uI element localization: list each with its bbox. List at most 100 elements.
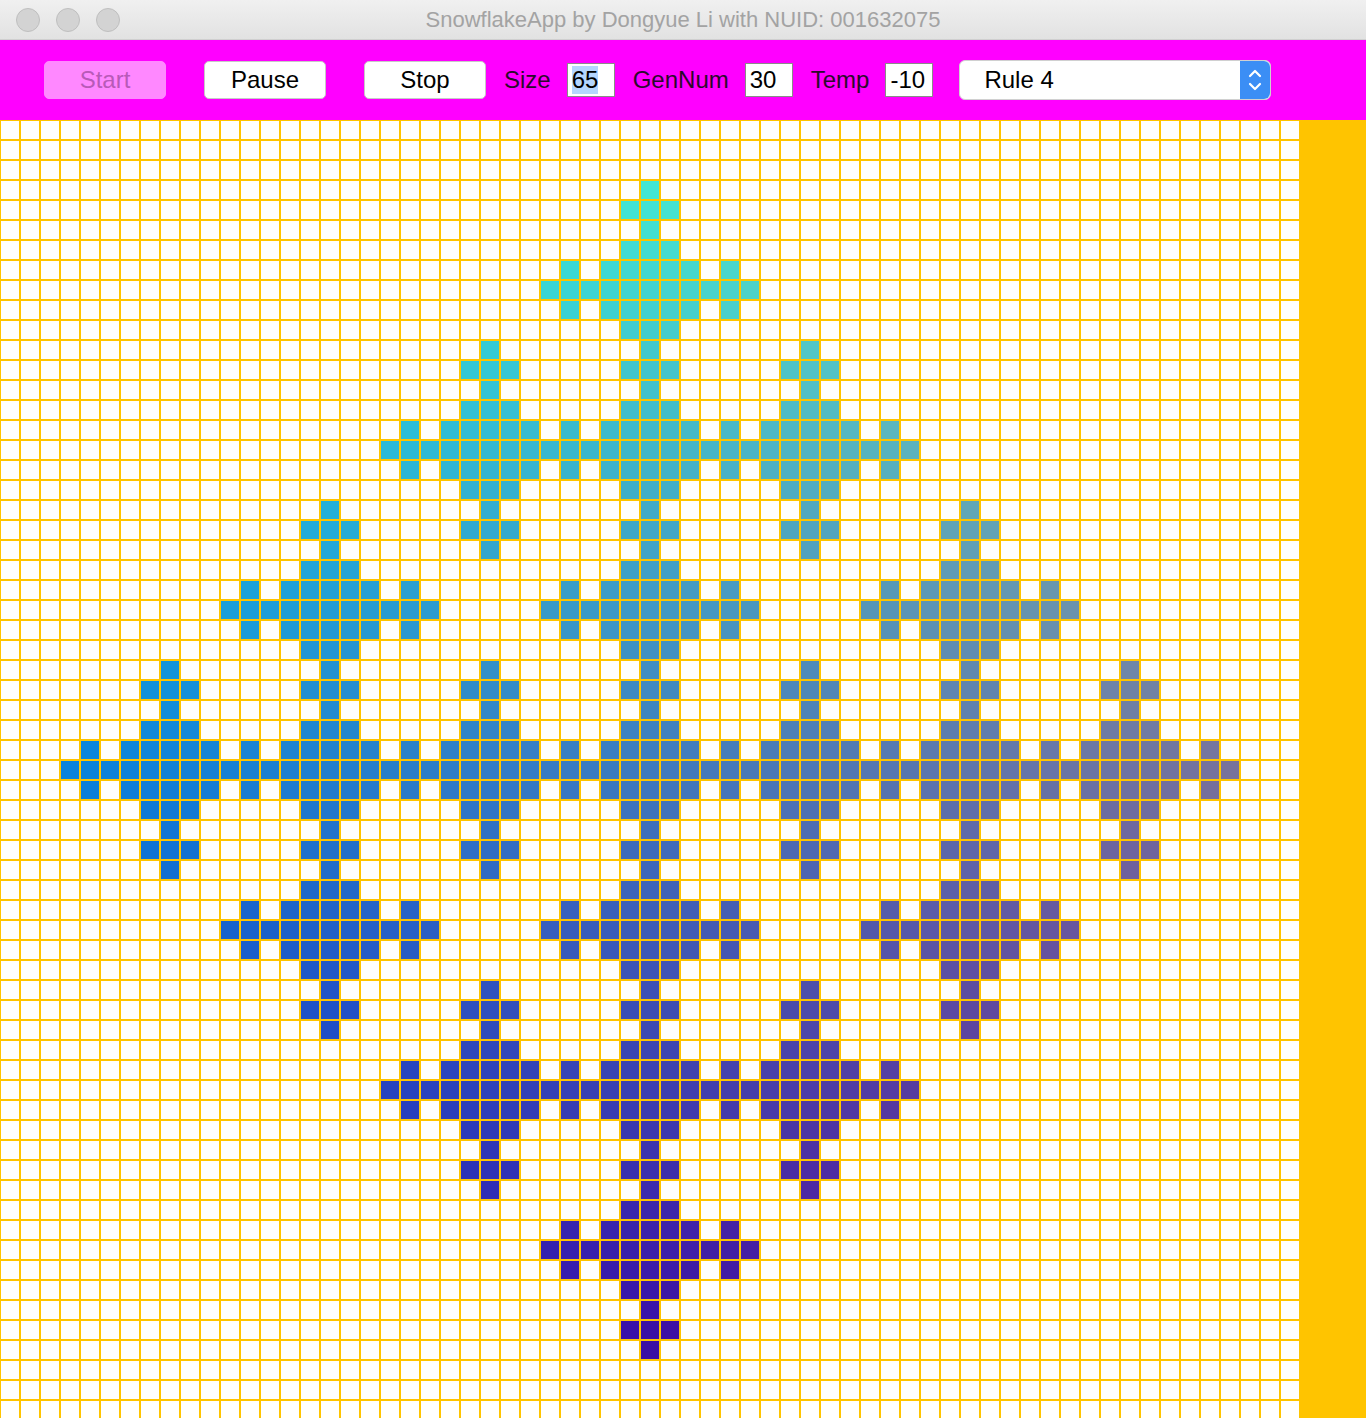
empty-cell xyxy=(821,661,839,679)
empty-cell xyxy=(61,661,79,679)
empty-cell xyxy=(1201,121,1219,139)
empty-cell xyxy=(441,281,459,299)
empty-cell xyxy=(161,561,179,579)
empty-cell xyxy=(981,121,999,139)
empty-cell xyxy=(701,461,719,479)
empty-cell xyxy=(81,461,99,479)
filled-cell xyxy=(981,581,999,599)
toolbar-button[interactable]: Start xyxy=(44,61,166,99)
empty-cell xyxy=(301,241,319,259)
empty-cell xyxy=(461,261,479,279)
filled-cell xyxy=(961,541,979,559)
empty-cell xyxy=(821,241,839,259)
text-field[interactable]: 30 xyxy=(745,63,793,97)
empty-cell xyxy=(501,641,519,659)
empty-cell xyxy=(161,301,179,319)
empty-cell xyxy=(821,621,839,639)
empty-cell xyxy=(301,281,319,299)
empty-cell xyxy=(421,421,439,439)
filled-cell xyxy=(801,521,819,539)
empty-cell xyxy=(981,201,999,219)
filled-cell xyxy=(641,461,659,479)
empty-cell xyxy=(1181,221,1199,239)
empty-cell xyxy=(901,461,919,479)
empty-cell xyxy=(1201,221,1219,239)
empty-cell xyxy=(221,401,239,419)
empty-cell xyxy=(581,501,599,519)
filled-cell xyxy=(821,481,839,499)
filled-cell xyxy=(781,361,799,379)
empty-cell xyxy=(781,701,799,719)
filled-cell xyxy=(901,601,919,619)
empty-cell xyxy=(1101,641,1119,659)
empty-cell xyxy=(481,621,499,639)
empty-cell xyxy=(601,141,619,159)
filled-cell xyxy=(961,641,979,659)
minimize-icon[interactable] xyxy=(56,8,80,32)
filled-cell xyxy=(481,361,499,379)
rule-dropdown[interactable]: Rule 4 xyxy=(959,60,1271,100)
text-field[interactable]: 65 xyxy=(567,63,615,97)
close-icon[interactable] xyxy=(16,8,40,32)
filled-cell xyxy=(801,441,819,459)
empty-cell xyxy=(781,381,799,399)
empty-cell xyxy=(761,561,779,579)
empty-cell xyxy=(121,221,139,239)
empty-cell xyxy=(1161,481,1179,499)
empty-cell xyxy=(1061,341,1079,359)
empty-cell xyxy=(1181,601,1199,619)
empty-cell xyxy=(1,281,19,299)
zoom-icon[interactable] xyxy=(96,8,120,32)
empty-cell xyxy=(141,321,159,339)
empty-cell xyxy=(1001,281,1019,299)
filled-cell xyxy=(401,581,419,599)
empty-cell xyxy=(61,481,79,499)
empty-cell xyxy=(1041,201,1059,219)
filled-cell xyxy=(321,541,339,559)
empty-cell xyxy=(1041,381,1059,399)
toolbar-button[interactable]: Pause xyxy=(204,61,326,99)
empty-cell xyxy=(481,581,499,599)
empty-cell xyxy=(901,661,919,679)
empty-cell xyxy=(81,481,99,499)
empty-cell xyxy=(321,221,339,239)
empty-cell xyxy=(501,621,519,639)
empty-cell xyxy=(441,121,459,139)
filled-cell xyxy=(481,341,499,359)
empty-cell xyxy=(1061,401,1079,419)
empty-cell xyxy=(81,321,99,339)
empty-cell xyxy=(561,701,579,719)
filled-cell xyxy=(801,701,819,719)
empty-cell xyxy=(141,601,159,619)
empty-cell xyxy=(901,541,919,559)
empty-cell xyxy=(281,341,299,359)
filled-cell xyxy=(561,621,579,639)
empty-cell xyxy=(1181,461,1199,479)
empty-cell xyxy=(541,341,559,359)
empty-cell xyxy=(1121,601,1139,619)
empty-cell xyxy=(1241,221,1259,239)
empty-cell xyxy=(321,381,339,399)
dropdown-arrow[interactable] xyxy=(1240,61,1270,99)
empty-cell xyxy=(1281,521,1299,539)
empty-cell xyxy=(861,261,879,279)
toolbar-button[interactable]: Stop xyxy=(364,61,486,99)
empty-cell xyxy=(841,481,859,499)
filled-cell xyxy=(641,241,659,259)
empty-cell xyxy=(1221,381,1239,399)
filled-cell xyxy=(1041,621,1059,639)
text-field[interactable]: -10 xyxy=(885,63,933,97)
grid-row xyxy=(1,221,1299,239)
empty-cell xyxy=(1261,141,1279,159)
empty-cell xyxy=(181,221,199,239)
empty-cell xyxy=(861,121,879,139)
filled-cell xyxy=(421,441,439,459)
empty-cell xyxy=(1161,281,1179,299)
empty-cell xyxy=(781,121,799,139)
empty-cell xyxy=(441,661,459,679)
empty-cell xyxy=(1021,121,1039,139)
empty-cell xyxy=(521,181,539,199)
empty-cell xyxy=(901,201,919,219)
empty-cell xyxy=(701,361,719,379)
filled-cell xyxy=(781,461,799,479)
